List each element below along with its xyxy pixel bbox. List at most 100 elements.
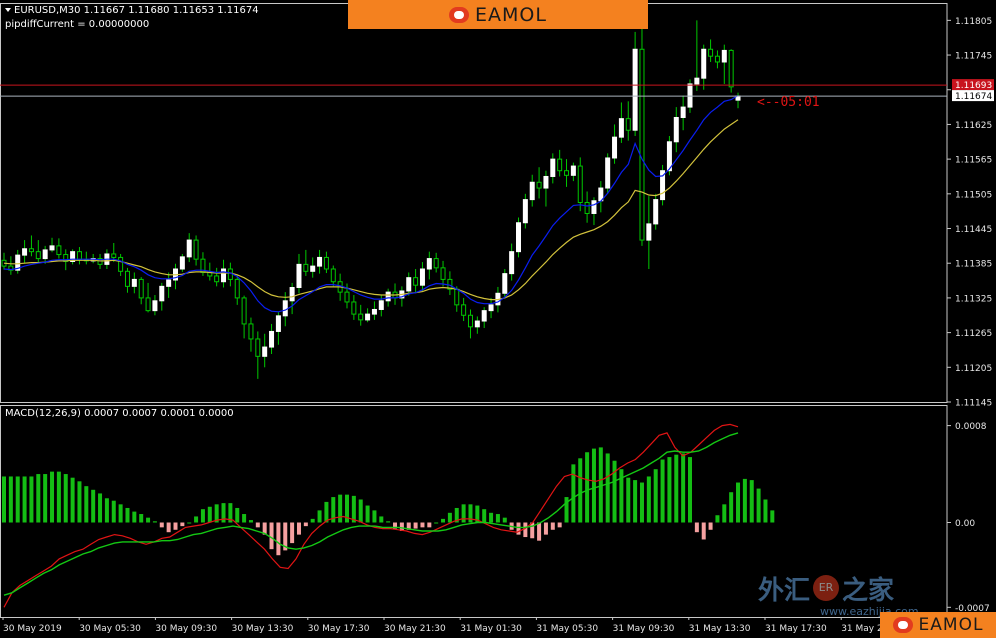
macd-histogram-bar <box>502 517 507 523</box>
macd-histogram-bar <box>173 522 178 530</box>
macd-histogram-bar <box>248 520 253 523</box>
candle-body <box>591 200 597 214</box>
candle-body <box>111 253 117 258</box>
price-tick-label: 1.11445 <box>955 225 992 235</box>
macd-histogram-bar <box>207 506 212 523</box>
candle-body <box>570 165 576 176</box>
macd-histogram-bar <box>200 509 205 523</box>
candle-body <box>433 258 439 269</box>
watermark-text-2: 之家 <box>842 575 895 606</box>
time-tick-label: 30 May 05:30 <box>79 624 141 634</box>
macd-histogram-bar <box>681 453 686 523</box>
price-tick-label: 1.11805 <box>955 17 992 27</box>
macd-histogram-bar <box>15 476 20 523</box>
macd-histogram-bar <box>36 474 41 523</box>
macd-histogram-bar <box>543 522 548 535</box>
candle-body <box>289 287 295 302</box>
macd-histogram-bar <box>413 522 418 529</box>
macd-histogram-bar <box>235 507 240 523</box>
macd-tick-label: 0.0008 <box>955 422 987 432</box>
candle-body <box>577 165 583 203</box>
candle-body <box>296 263 302 289</box>
candle-body <box>714 55 720 63</box>
candle-body <box>385 291 391 302</box>
macd-histogram-layer <box>2 447 775 556</box>
macd-histogram-bar <box>269 522 274 550</box>
macd-histogram-bar <box>585 452 590 523</box>
macd-histogram-bar <box>118 504 123 523</box>
candle-body <box>358 313 364 321</box>
candle-body <box>248 323 254 340</box>
watermark-text-1: 外汇 <box>758 575 811 606</box>
candle-body <box>275 315 281 332</box>
price-tick-label: 1.11505 <box>955 190 992 200</box>
macd-histogram-bar <box>77 481 82 523</box>
time-tick-label: 31 May 05:30 <box>536 624 598 634</box>
candle-body <box>124 270 130 287</box>
macd-histogram-bar <box>50 471 55 523</box>
macd-histogram-bar <box>159 522 164 528</box>
candle-body <box>42 249 48 260</box>
countdown-timer: <--05:01 <box>757 95 820 110</box>
candle-body <box>241 297 247 325</box>
price-tick-label: 1.11205 <box>955 364 992 374</box>
candle-body <box>131 278 137 287</box>
macd-histogram-bar <box>571 464 576 523</box>
macd-histogram-bar <box>591 448 596 523</box>
candle-body <box>22 248 28 256</box>
candle-body <box>56 245 62 256</box>
macd-histogram-bar <box>372 510 377 523</box>
candle-body <box>488 304 494 312</box>
macd-histogram-bar <box>91 489 96 523</box>
candle-body <box>76 251 82 261</box>
macd-histogram-bar <box>338 494 343 523</box>
macd-histogram-bar <box>461 504 466 523</box>
candles-layer <box>1 11 741 379</box>
candle-body <box>317 256 323 267</box>
candle-body <box>406 277 412 292</box>
candle-body <box>118 256 124 272</box>
candle-body <box>728 49 734 88</box>
price-tick-label: 1.11385 <box>955 260 992 270</box>
macd-histogram-bar <box>84 486 89 523</box>
macd-histogram-bar <box>756 488 761 523</box>
candle-body <box>673 116 679 143</box>
candle-body <box>378 300 384 310</box>
chart-canvas[interactable]: 1.118051.117451.116851.116251.115651.115… <box>0 0 996 638</box>
candle-body <box>371 308 377 315</box>
candle-body <box>516 222 521 253</box>
candle-body <box>605 157 611 189</box>
macd-histogram-bar <box>605 453 610 523</box>
candle-body <box>474 320 480 328</box>
time-tick-label: 30 May 13:30 <box>232 624 294 634</box>
macd-histogram-bar <box>125 507 130 523</box>
candle-body <box>344 291 350 303</box>
macd-histogram-bar <box>715 515 720 523</box>
price-tick-label: 1.11565 <box>955 156 992 166</box>
candle-body <box>365 313 371 321</box>
macd-histogram-bar <box>166 522 171 533</box>
candle-body <box>564 170 570 176</box>
time-tick-label: 30 May 21:30 <box>384 624 446 634</box>
candle-body <box>138 278 144 299</box>
dropdown-triangle-icon[interactable] <box>5 8 11 12</box>
macd-histogram-bar <box>729 492 734 523</box>
macd-histogram-bar <box>653 469 658 523</box>
candle-body <box>502 273 508 294</box>
macd-tick-label: 0.00 <box>955 519 975 529</box>
macd-histogram-bar <box>379 516 384 523</box>
candle-body <box>262 346 268 357</box>
candle-body <box>522 199 528 224</box>
macd-histogram-bar <box>63 474 68 523</box>
eamol-logo-icon <box>892 617 913 633</box>
candle-body <box>632 48 638 131</box>
macd-histogram-bar <box>639 482 644 523</box>
ask-price-label-text: 1.11693 <box>955 81 992 91</box>
symbol-quote: EURUSD,M30 1.11667 1.11680 1.11653 1.116… <box>14 5 259 16</box>
time-tick-label: 30 May 09:30 <box>155 624 217 634</box>
ma-slow-line <box>3 119 739 301</box>
macd-histogram-bar <box>146 517 151 523</box>
macd-histogram-bar <box>646 476 651 523</box>
candle-body <box>550 158 556 177</box>
candle-body <box>269 330 275 348</box>
